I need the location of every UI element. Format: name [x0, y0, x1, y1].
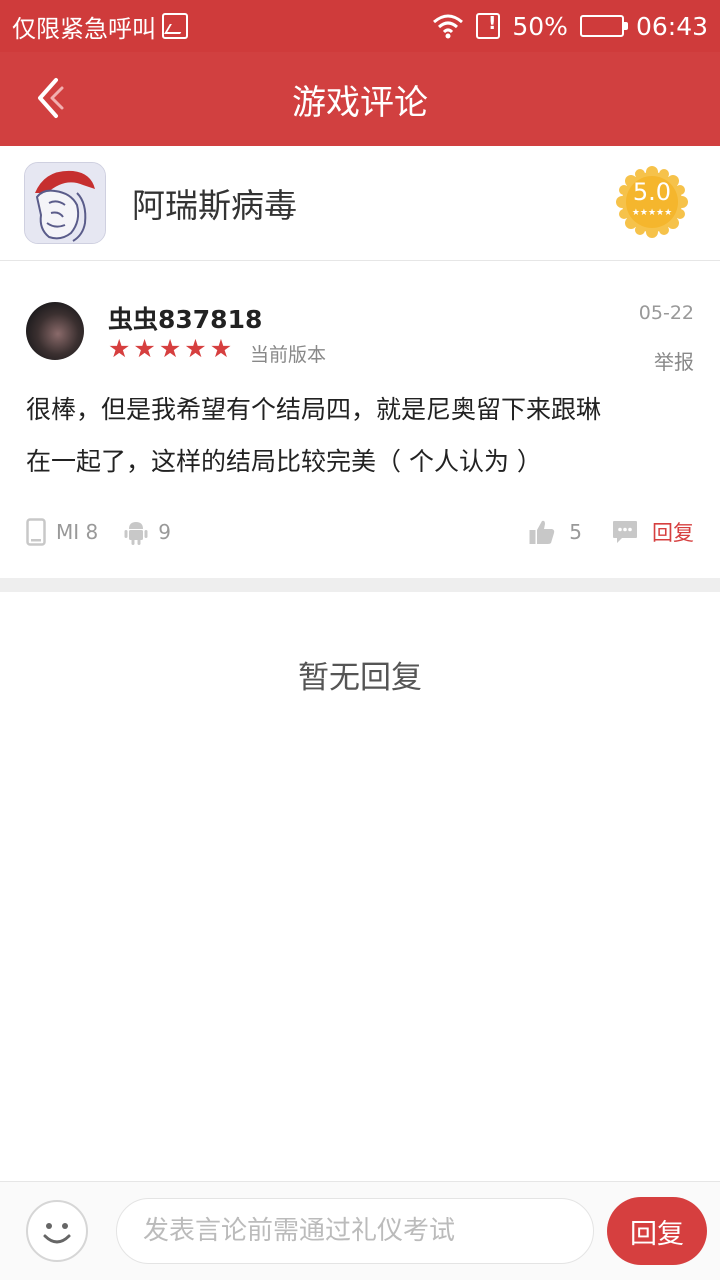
rating-stars: ★ ★ ★ ★ ★: [108, 336, 232, 362]
star-icon: ★: [184, 334, 207, 363]
sim-alert-icon: [476, 13, 501, 39]
device-name: MI 8: [56, 520, 99, 544]
score-badge: 5.0 ★★★★★: [614, 164, 690, 240]
carrier-text: 仅限紧急呼叫: [12, 14, 156, 43]
comment-date: 05-22: [638, 302, 694, 324]
game-header[interactable]: 阿瑞斯病毒 5.0 ★★★★★: [0, 146, 720, 261]
clock: 06:43: [635, 11, 708, 41]
score-stars: ★★★★★: [631, 208, 673, 218]
comment-text-line: 很棒，但是我希望有个结局四，就是尼奥留下来跟琳: [26, 395, 602, 424]
emoji-button[interactable]: [26, 1200, 88, 1262]
phone-icon: [26, 518, 46, 546]
status-right: 50% 06:43: [432, 12, 708, 41]
status-left: 仅限紧急呼叫: [12, 9, 188, 44]
star-icon: ★: [108, 334, 131, 363]
wifi-icon: [433, 14, 464, 39]
battery-percent: 50%: [512, 11, 568, 41]
title-bar: 游戏评论: [0, 52, 720, 146]
device-info: MI 8: [26, 518, 98, 546]
comment-card: 虫虫837818 ★ ★ ★ ★ ★ 当前版本 05-22 举报 很棒，但是我希…: [0, 262, 720, 578]
reply-button[interactable]: 回复: [607, 1197, 707, 1265]
status-bar: 仅限紧急呼叫 50% 06:43: [0, 0, 720, 52]
game-icon-art: [25, 163, 105, 243]
reply-link[interactable]: 回复: [652, 517, 694, 547]
thumbs-up-icon[interactable]: [529, 519, 555, 545]
comment-input[interactable]: [116, 1198, 594, 1264]
page-title: 游戏评论: [292, 82, 428, 123]
version-label: 当前版本: [250, 344, 327, 366]
comment-text-line: 在一起了，这样的结局比较完美（ 个人认为 ）: [26, 447, 542, 476]
bottom-input-bar: 回复: [0, 1181, 720, 1280]
star-icon: ★: [133, 334, 156, 363]
section-divider: [0, 578, 720, 592]
smiley-icon: [43, 1223, 71, 1244]
back-arrow-icon[interactable]: [30, 74, 80, 124]
empty-state-text: 暂无回复: [298, 660, 422, 696]
star-icon: ★: [209, 334, 233, 363]
comment-meta: MI 8 9 5 回复: [26, 514, 694, 550]
comment-text: 很棒，但是我希望有个结局四，就是尼奥留下来跟琳 在一起了，这样的结局比较完美（ …: [26, 384, 696, 488]
battery-icon: [579, 15, 628, 37]
game-name: 阿瑞斯病毒: [132, 186, 297, 225]
avatar[interactable]: [26, 302, 84, 360]
score-value: 5.0: [632, 178, 672, 206]
like-count: 5: [569, 520, 582, 544]
game-icon[interactable]: [24, 162, 106, 244]
chat-bubble-icon[interactable]: [612, 520, 638, 544]
android-version: 9: [158, 520, 171, 544]
image-icon: [162, 13, 188, 39]
username[interactable]: 虫虫837818: [108, 300, 262, 336]
comment-actions: 5 回复: [529, 517, 694, 547]
report-link[interactable]: 举报: [654, 346, 694, 375]
star-icon: ★: [158, 334, 182, 363]
android-icon: [124, 522, 148, 545]
os-info: 9: [124, 519, 171, 545]
